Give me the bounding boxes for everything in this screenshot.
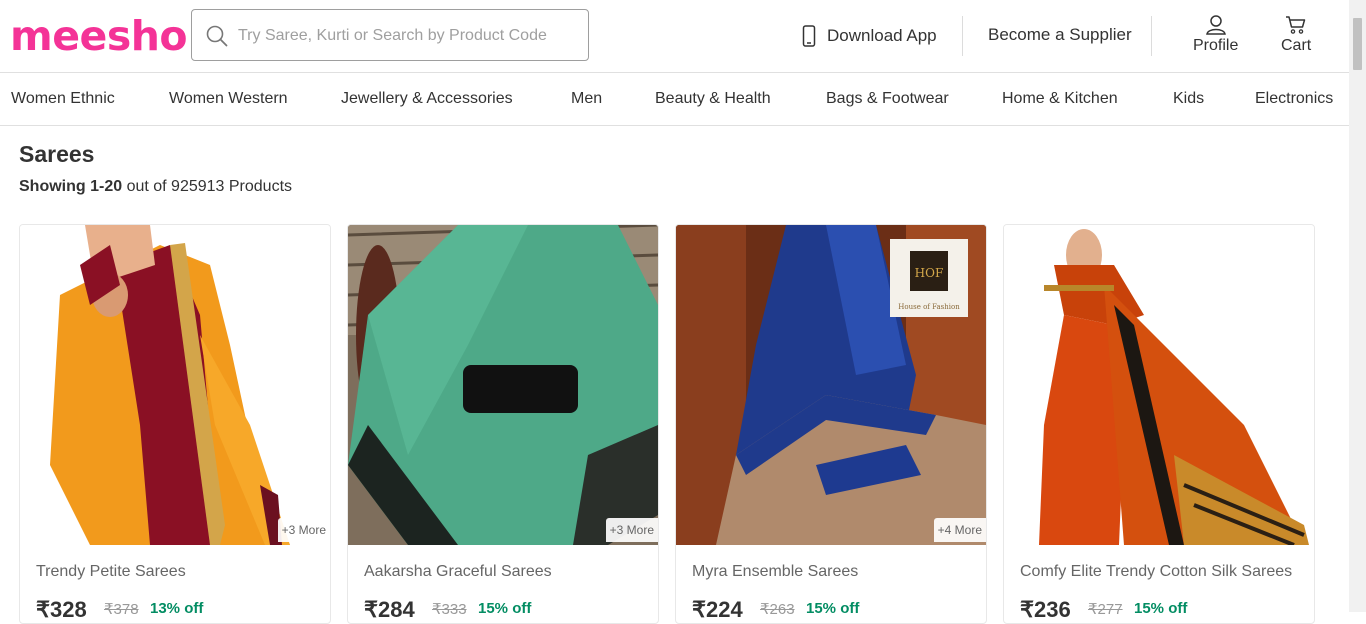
product-mrp: ₹263 xyxy=(760,601,795,618)
result-count: Showing 1-20 out of 925913 Products xyxy=(19,178,292,196)
header-divider xyxy=(962,16,963,56)
product-price: ₹328 xyxy=(36,597,87,622)
cart-icon xyxy=(1286,16,1306,34)
more-variants-badge: +3 More xyxy=(605,518,658,542)
category-women-ethnic[interactable]: Women Ethnic xyxy=(11,90,115,108)
product-discount: 15% off xyxy=(478,600,532,617)
profile-button[interactable]: Profile xyxy=(1193,15,1238,55)
cart-button[interactable]: Cart xyxy=(1281,15,1311,55)
scrollbar-thumb[interactable] xyxy=(1353,18,1362,70)
category-men[interactable]: Men xyxy=(571,90,602,108)
download-app-label: Download App xyxy=(827,26,937,45)
category-beauty-health[interactable]: Beauty & Health xyxy=(655,90,771,108)
page-title: Sarees xyxy=(19,141,95,167)
more-variants-badge: +3 More xyxy=(277,518,330,542)
product-card[interactable]: +3 More Aakarsha Graceful Sarees ₹284 ₹3… xyxy=(347,224,659,624)
product-discount: 15% off xyxy=(806,600,860,617)
top-header: meesho Download App Become a Supplier Pr… xyxy=(0,0,1349,73)
search-input[interactable] xyxy=(236,22,580,50)
header-divider xyxy=(1151,16,1152,56)
category-jewellery-accessories[interactable]: Jewellery & Accessories xyxy=(341,90,513,108)
more-variants-badge: +4 More xyxy=(933,518,986,542)
category-electronics[interactable]: Electronics xyxy=(1255,90,1333,108)
product-mrp: ₹333 xyxy=(432,601,467,618)
product-price: ₹284 xyxy=(364,597,415,622)
product-name[interactable]: Aakarsha Graceful Sarees xyxy=(364,563,642,581)
product-image[interactable] xyxy=(20,225,330,545)
product-image[interactable]: HOF House of Fashion xyxy=(676,225,986,545)
product-name[interactable]: Trendy Petite Sarees xyxy=(36,563,314,581)
profile-icon xyxy=(1205,15,1226,35)
product-mrp: ₹378 xyxy=(104,601,139,618)
search-icon xyxy=(206,25,228,47)
product-mrp: ₹277 xyxy=(1088,601,1123,618)
page-scrollbar[interactable] xyxy=(1349,0,1366,612)
result-total: out of 925913 Products xyxy=(122,178,293,195)
result-range: Showing 1-20 xyxy=(19,178,123,195)
product-card[interactable]: +3 More Trendy Petite Sarees ₹328 ₹378 1… xyxy=(19,224,331,624)
product-name[interactable]: Comfy Elite Trendy Cotton Silk Sarees xyxy=(1020,563,1298,581)
brand-badge-text: HOF xyxy=(915,266,944,280)
category-women-western[interactable]: Women Western xyxy=(169,90,288,108)
product-price: ₹236 xyxy=(1020,597,1071,622)
product-card[interactable]: HOF House of Fashion +4 More Myra Ensemb… xyxy=(675,224,987,624)
cart-label: Cart xyxy=(1281,37,1312,54)
meesho-logo[interactable]: meesho xyxy=(10,12,188,60)
category-home-kitchen[interactable]: Home & Kitchen xyxy=(1002,90,1118,108)
product-image[interactable] xyxy=(1004,225,1314,545)
product-price: ₹224 xyxy=(692,597,743,622)
category-bags-footwear[interactable]: Bags & Footwear xyxy=(826,90,949,108)
profile-label: Profile xyxy=(1193,37,1239,54)
product-image[interactable] xyxy=(348,225,658,545)
become-supplier-link[interactable]: Become a Supplier xyxy=(988,25,1132,45)
product-discount: 13% off xyxy=(150,600,204,617)
search-box[interactable] xyxy=(191,9,589,61)
category-kids[interactable]: Kids xyxy=(1173,90,1204,108)
product-discount: 15% off xyxy=(1134,600,1188,617)
mobile-phone-icon xyxy=(802,25,816,47)
download-app-link[interactable]: Download App xyxy=(802,24,937,48)
product-name[interactable]: Myra Ensemble Sarees xyxy=(692,563,970,581)
product-card[interactable]: Comfy Elite Trendy Cotton Silk Sarees ₹2… xyxy=(1003,224,1315,624)
category-nav: Women Ethnic Women Western Jewellery & A… xyxy=(0,73,1349,126)
brand-badge-subtext: House of Fashion xyxy=(898,303,960,311)
